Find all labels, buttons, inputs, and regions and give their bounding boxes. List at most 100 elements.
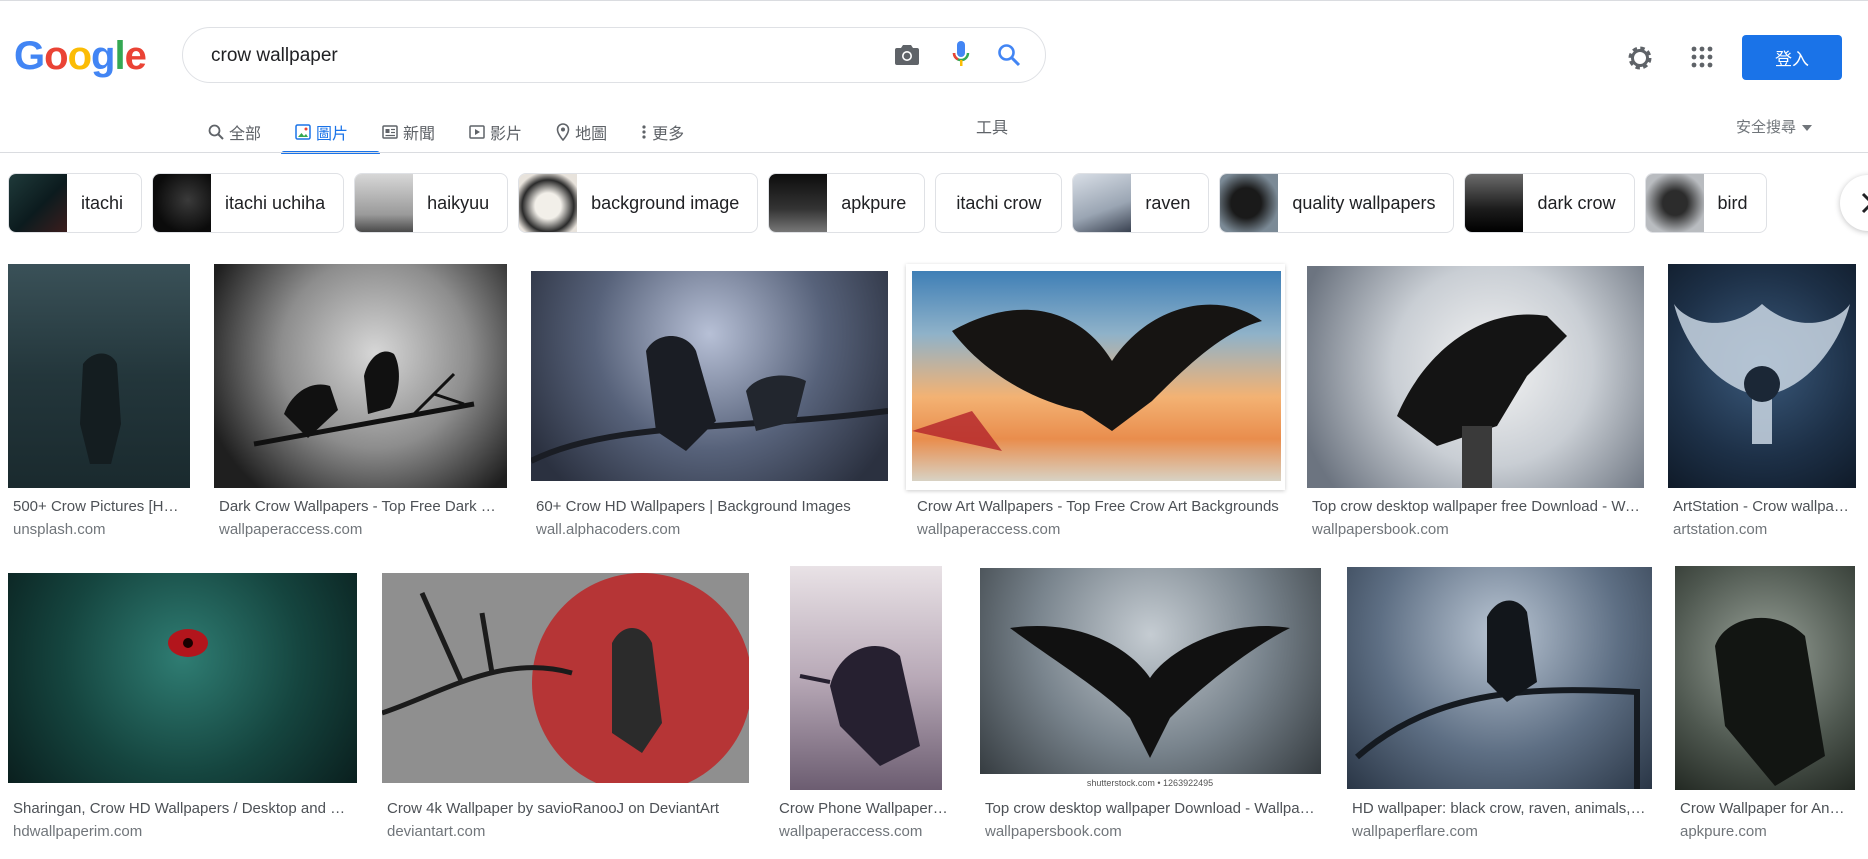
result-source: wallpaperaccess.com	[917, 521, 1061, 538]
image-icon	[295, 124, 311, 140]
logo-letter: o	[44, 34, 68, 78]
result-source: wallpaperflare.com	[1352, 823, 1478, 840]
tab-label: 地圖	[575, 126, 608, 143]
sign-in-button[interactable]: 登入	[1742, 35, 1842, 80]
result-title: Crow 4k Wallpaper by savioRanooJ on Devi…	[387, 800, 720, 817]
chip[interactable]: bird	[1644, 173, 1767, 233]
chips-scroll-right-button[interactable]	[1840, 175, 1868, 231]
chip[interactable]: apkpure	[768, 173, 926, 233]
chip[interactable]: quality wallpapers	[1219, 173, 1455, 233]
tab-all[interactable]: 全部	[208, 112, 261, 152]
chip-label: apkpure	[841, 192, 907, 213]
image-result[interactable]: shutterstock.com • 1263922495 Top crow d…	[980, 566, 1325, 856]
image-result[interactable]: HD wallpaper: black crow, raven, animals…	[1347, 566, 1652, 856]
search-box	[182, 27, 1046, 83]
tab-label: 全部	[229, 126, 262, 143]
result-image	[529, 271, 889, 481]
chip-thumbnail	[519, 174, 578, 232]
result-source: wallpaperaccess.com	[219, 521, 363, 538]
image-result[interactable]: Top crow desktop wallpaper free Download…	[1307, 264, 1644, 544]
result-title: Sharingan, Crow HD Wallpapers / Desktop …	[13, 800, 353, 817]
search-input[interactable]	[209, 42, 813, 70]
image-result[interactable]: 60+ Crow HD Wallpapers | Background Imag…	[529, 264, 889, 544]
google-logo[interactable]: Google	[14, 34, 147, 79]
tab-videos[interactable]: 影片	[469, 112, 522, 152]
result-image	[912, 271, 1281, 481]
tab-label: 圖片	[316, 126, 349, 143]
result-source: wallpapersbook.com	[1312, 521, 1449, 538]
chip-thumbnail	[1073, 174, 1132, 232]
result-source: wallpaperaccess.com	[779, 823, 923, 840]
microphone-icon[interactable]	[945, 38, 977, 70]
map-pin-icon	[556, 123, 570, 141]
chip-thumbnail	[1645, 174, 1704, 232]
tab-label: 更多	[652, 126, 685, 143]
news-icon	[382, 125, 398, 139]
chip-thumbnail	[1465, 174, 1524, 232]
result-image	[1347, 567, 1652, 789]
result-source: wall.alphacoders.com	[536, 521, 681, 538]
apps-grid-icon[interactable]	[1686, 41, 1718, 73]
result-title: HD wallpaper: black crow, raven, animals…	[1352, 800, 1648, 817]
image-result[interactable]: Crow 4k Wallpaper by savioRanooJ on Devi…	[381, 566, 752, 856]
result-image	[1307, 266, 1644, 488]
chip-label: itachi	[81, 192, 124, 213]
image-result[interactable]: 500+ Crow Pictures [HD] | Download Free …	[8, 264, 190, 544]
logo-letter: e	[124, 34, 147, 78]
result-source: apkpure.com	[1680, 823, 1767, 840]
image-result[interactable]: Dark Crow Wallpapers - Top Free Dark Cro…	[214, 264, 507, 544]
tab-images[interactable]: 圖片	[281, 112, 381, 154]
result-source: hdwallpaperim.com	[13, 823, 143, 840]
result-image	[790, 566, 942, 790]
result-caption[interactable]: Crow Art Wallpapers - Top Free Crow Art …	[906, 491, 1285, 547]
gear-icon[interactable]	[1624, 42, 1656, 74]
result-title: Crow Phone Wallpapers - Top Free	[779, 800, 953, 817]
logo-letter: g	[91, 34, 115, 78]
image-result[interactable]: ArtStation - Crow wallpaper artstation.c…	[1668, 264, 1856, 544]
tab-more[interactable]: 更多	[641, 112, 684, 152]
tools-button[interactable]: 工具	[976, 114, 1008, 138]
logo-letter: o	[67, 34, 92, 78]
result-image	[8, 573, 357, 783]
result-image: shutterstock.com • 1263922495	[980, 568, 1321, 790]
image-result[interactable]	[906, 264, 1285, 490]
chip[interactable]: background image	[518, 173, 759, 233]
image-result[interactable]: Sharingan, Crow HD Wallpapers / Desktop …	[8, 566, 357, 856]
chevron-right-icon	[1861, 192, 1868, 214]
chip[interactable]: haikyuu	[354, 173, 509, 233]
search-icon	[208, 124, 224, 140]
result-image	[8, 264, 190, 488]
result-title: Top crow desktop wallpaper Download - Wa…	[985, 800, 1321, 817]
tab-maps[interactable]: 地圖	[556, 112, 607, 152]
chip[interactable]: dark crow	[1464, 173, 1635, 233]
stock-watermark: shutterstock.com • 1263922495	[1087, 778, 1213, 788]
chip-label: raven	[1145, 192, 1191, 213]
image-result[interactable]: Crow Wallpaper for Android apkpure.com	[1675, 566, 1855, 856]
chip[interactable]: itachi	[8, 173, 143, 233]
chip-label: bird	[1717, 192, 1748, 213]
caret-down-icon	[1802, 125, 1813, 132]
search-icon[interactable]	[993, 39, 1025, 71]
result-title: Dark Crow Wallpapers - Top Free Dark Cro…	[219, 498, 503, 515]
chip-thumbnail	[769, 174, 828, 232]
tab-news[interactable]: 新聞	[382, 112, 435, 152]
safesearch-dropdown[interactable]: 安全搜尋	[1736, 116, 1813, 137]
chip-label: itachi crow	[956, 192, 1042, 213]
related-chips: itachi itachi uchiha haikyuu background …	[8, 173, 1777, 235]
top-divider	[0, 0, 1868, 1]
chip-thumbnail	[1220, 174, 1279, 232]
chip-label: itachi uchiha	[225, 192, 326, 213]
image-result[interactable]: Crow Phone Wallpapers - Top Free wallpap…	[774, 566, 957, 856]
chip[interactable]: raven	[1072, 173, 1210, 233]
chip[interactable]: itachi uchiha	[152, 173, 345, 233]
chip-label: quality wallpapers	[1292, 192, 1436, 213]
result-image	[1675, 566, 1855, 790]
camera-icon[interactable]	[891, 39, 923, 71]
result-title: Top crow desktop wallpaper free Download…	[1312, 498, 1640, 515]
tab-label: 新聞	[403, 126, 436, 143]
chip[interactable]: itachi crow	[935, 173, 1063, 233]
result-image	[1668, 264, 1856, 488]
chip-label: dark crow	[1537, 192, 1616, 213]
chip-thumbnail	[9, 174, 67, 232]
search-type-tabs: 全部 圖片 新聞 影片 地圖 更多	[208, 112, 718, 154]
